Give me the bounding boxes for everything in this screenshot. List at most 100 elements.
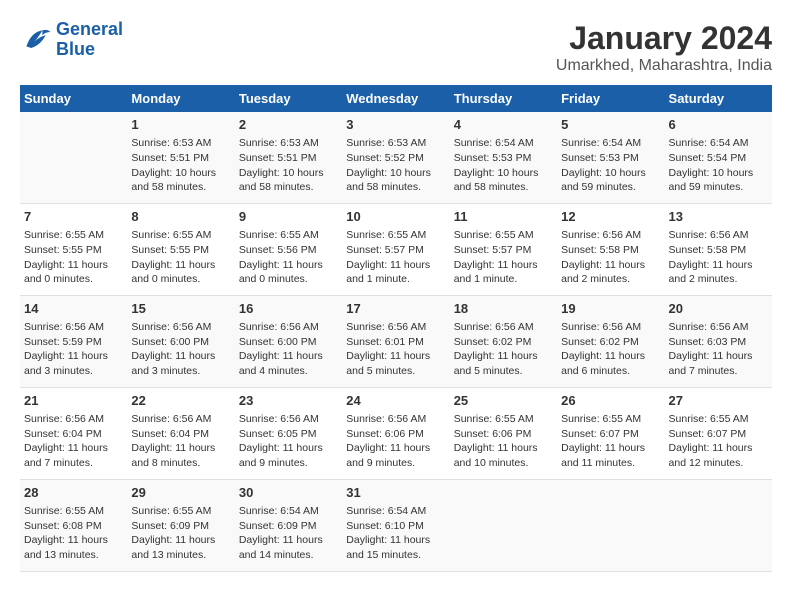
day-info-line: and 8 minutes.	[131, 457, 200, 469]
day-info-line: and 14 minutes.	[239, 549, 314, 561]
day-info-line: and 4 minutes.	[239, 365, 308, 377]
day-info-line: Sunrise: 6:55 AM	[131, 229, 211, 241]
day-info-line: Daylight: 11 hours	[239, 350, 323, 362]
day-info-line: Sunset: 6:02 PM	[561, 336, 639, 348]
cell-content: 7Sunrise: 6:55 AMSunset: 5:55 PMDaylight…	[24, 208, 123, 287]
day-info-line: Daylight: 11 hours	[24, 259, 108, 271]
cell-content: 11Sunrise: 6:55 AMSunset: 5:57 PMDayligh…	[454, 208, 553, 287]
calendar-cell: 28Sunrise: 6:55 AMSunset: 6:08 PMDayligh…	[20, 479, 127, 571]
calendar-week-row: 28Sunrise: 6:55 AMSunset: 6:08 PMDayligh…	[20, 479, 772, 571]
calendar-cell: 30Sunrise: 6:54 AMSunset: 6:09 PMDayligh…	[235, 479, 342, 571]
day-info-line: Sunrise: 6:54 AM	[454, 137, 534, 149]
day-number: 18	[454, 300, 553, 318]
day-number: 13	[669, 208, 768, 226]
day-info-line: Sunset: 6:06 PM	[346, 428, 424, 440]
calendar-cell: 31Sunrise: 6:54 AMSunset: 6:10 PMDayligh…	[342, 479, 449, 571]
calendar-cell: 7Sunrise: 6:55 AMSunset: 5:55 PMDaylight…	[20, 203, 127, 295]
calendar-cell: 2 Sunrise: 6:53 AM Sunset: 5:51 PM Daylight…	[235, 112, 342, 203]
calendar-cell: 8Sunrise: 6:55 AMSunset: 5:55 PMDaylight…	[127, 203, 234, 295]
day-info-line: Sunrise: 6:54 AM	[561, 137, 641, 149]
day-info-line: and 7 minutes.	[669, 365, 738, 377]
day-number: 30	[239, 484, 338, 502]
day-info-line: and 13 minutes.	[131, 549, 206, 561]
day-number: 21	[24, 392, 123, 410]
day-info-line: and 7 minutes.	[24, 457, 93, 469]
calendar-week-row: 7Sunrise: 6:55 AMSunset: 5:55 PMDaylight…	[20, 203, 772, 295]
calendar-cell	[557, 479, 664, 571]
day-info-line: and 58 minutes.	[346, 181, 421, 193]
day-info-line: Sunset: 6:06 PM	[454, 428, 532, 440]
day-info-line: Sunrise: 6:56 AM	[346, 321, 426, 333]
day-info-line: Sunrise: 6:56 AM	[24, 321, 104, 333]
calendar-cell: 27Sunrise: 6:55 AMSunset: 6:07 PMDayligh…	[665, 387, 772, 479]
cell-content: 26Sunrise: 6:55 AMSunset: 6:07 PMDayligh…	[561, 392, 660, 471]
weekday-header: Thursday	[450, 85, 557, 112]
day-info-line: Sunset: 6:08 PM	[24, 520, 102, 532]
day-info-line: and 5 minutes.	[454, 365, 523, 377]
day-info-line: Sunset: 5:57 PM	[454, 244, 532, 256]
cell-content: 1Sunrise: 6:53 AMSunset: 5:51 PMDaylight…	[131, 116, 230, 195]
day-info-line: Daylight: 10 hours	[669, 167, 754, 179]
cell-content: 15Sunrise: 6:56 AMSunset: 6:00 PMDayligh…	[131, 300, 230, 379]
day-info-line: Daylight: 11 hours	[131, 442, 215, 454]
calendar-cell: 5Sunrise: 6:54 AMSunset: 5:53 PMDaylight…	[557, 112, 664, 203]
page-header: General Blue January 2024 Umarkhed, Maha…	[20, 20, 772, 75]
day-info-line: Sunset: 6:02 PM	[454, 336, 532, 348]
day-info-line: Sunset: 6:10 PM	[346, 520, 424, 532]
day-info-line: Sunrise: 6:55 AM	[561, 413, 641, 425]
day-number: 16	[239, 300, 338, 318]
day-info-line: and 58 minutes.	[454, 181, 529, 193]
day-info-line: Sunrise: 6:55 AM	[346, 229, 426, 241]
cell-content: 19Sunrise: 6:56 AMSunset: 6:02 PMDayligh…	[561, 300, 660, 379]
day-number: 22	[131, 392, 230, 410]
day-info-line: Sunrise: 6:53 AM	[346, 137, 426, 149]
day-info-line: Daylight: 11 hours	[131, 534, 215, 546]
day-info-line: Sunset: 5:57 PM	[346, 244, 424, 256]
day-info-line: Sunrise: 6:53 AM	[239, 137, 319, 149]
day-info-line: Daylight: 11 hours	[24, 350, 108, 362]
cell-content: 14 Sunrise: 6:56 AM Sunset: 5:59 PM Dayligh…	[24, 300, 123, 379]
calendar-cell: 24Sunrise: 6:56 AMSunset: 6:06 PMDayligh…	[342, 387, 449, 479]
day-info-line: and 9 minutes.	[239, 457, 308, 469]
day-number: 5	[561, 116, 660, 134]
day-info-line: Daylight: 11 hours	[346, 259, 430, 271]
day-info-line: and 9 minutes.	[346, 457, 415, 469]
day-number: 14	[24, 300, 123, 318]
day-info-line: Daylight: 10 hours	[239, 167, 324, 179]
cell-content: 8Sunrise: 6:55 AMSunset: 5:55 PMDaylight…	[131, 208, 230, 287]
calendar-cell: 29Sunrise: 6:55 AMSunset: 6:09 PMDayligh…	[127, 479, 234, 571]
weekday-header: Saturday	[665, 85, 772, 112]
day-info-line: Sunset: 5:51 PM	[239, 152, 317, 164]
cell-content: 3Sunrise: 6:53 AMSunset: 5:52 PMDaylight…	[346, 116, 445, 195]
day-info-line: Sunset: 6:07 PM	[561, 428, 639, 440]
day-info-line: Sunrise: 6:56 AM	[346, 413, 426, 425]
calendar-week-row: 1Sunrise: 6:53 AMSunset: 5:51 PMDaylight…	[20, 112, 772, 203]
day-info-line: Sunset: 6:04 PM	[24, 428, 102, 440]
day-info-line: Daylight: 11 hours	[131, 350, 215, 362]
cell-content: 5Sunrise: 6:54 AMSunset: 5:53 PMDaylight…	[561, 116, 660, 195]
day-info-line: Sunrise: 6:54 AM	[669, 137, 749, 149]
day-info-line: Sunset: 5:58 PM	[561, 244, 639, 256]
cell-content: 30Sunrise: 6:54 AMSunset: 6:09 PMDayligh…	[239, 484, 338, 563]
logo: General Blue	[20, 20, 123, 60]
day-info-line: Daylight: 11 hours	[239, 259, 323, 271]
day-number: 3	[346, 116, 445, 134]
day-number: 6	[669, 116, 768, 134]
page-subtitle: Umarkhed, Maharashtra, India	[556, 57, 772, 75]
calendar-cell	[665, 479, 772, 571]
cell-content: 29Sunrise: 6:55 AMSunset: 6:09 PMDayligh…	[131, 484, 230, 563]
cell-content: 2 Sunrise: 6:53 AM Sunset: 5:51 PM Daylight…	[239, 116, 338, 195]
calendar-cell: 26Sunrise: 6:55 AMSunset: 6:07 PMDayligh…	[557, 387, 664, 479]
day-number: 2	[239, 116, 338, 134]
day-info-line: Sunrise: 6:55 AM	[131, 505, 211, 517]
day-info-line: Sunset: 6:09 PM	[131, 520, 209, 532]
day-info-line: Daylight: 11 hours	[239, 442, 323, 454]
weekday-header: Wednesday	[342, 85, 449, 112]
day-info-line: Sunset: 6:09 PM	[239, 520, 317, 532]
day-info-line: Sunset: 5:59 PM	[24, 336, 102, 348]
day-number: 26	[561, 392, 660, 410]
cell-content: 16Sunrise: 6:56 AMSunset: 6:00 PMDayligh…	[239, 300, 338, 379]
day-number: 12	[561, 208, 660, 226]
day-info-line: Daylight: 11 hours	[346, 350, 430, 362]
day-number: 24	[346, 392, 445, 410]
